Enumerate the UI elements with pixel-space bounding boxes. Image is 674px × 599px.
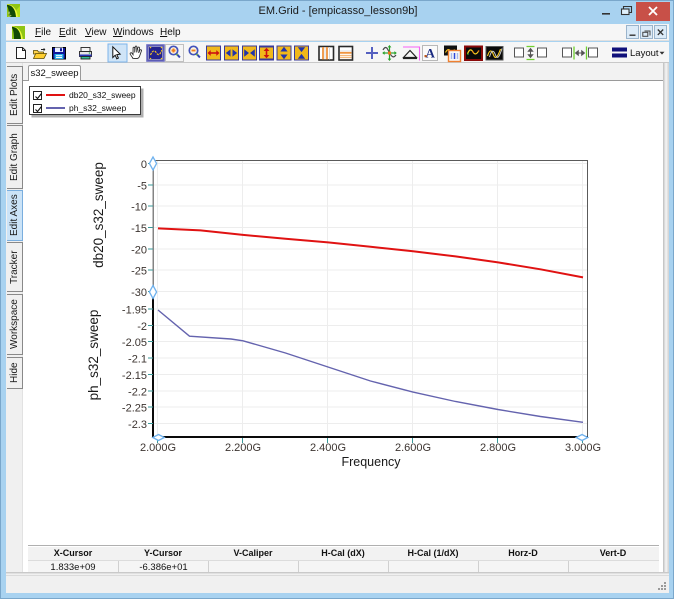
svg-text:-2.2: -2.2 — [128, 386, 147, 398]
svg-text:-2.05: -2.05 — [122, 337, 147, 349]
svg-text:2.800G: 2.800G — [480, 442, 516, 454]
svg-text:2.000G: 2.000G — [140, 442, 176, 454]
svg-text:-15: -15 — [131, 223, 147, 235]
svg-text:Frequency: Frequency — [341, 455, 401, 469]
svg-text:3.000G: 3.000G — [565, 442, 601, 454]
svg-text:-2: -2 — [137, 321, 147, 333]
svg-text:ph_s32_sweep: ph_s32_sweep — [86, 310, 101, 401]
svg-text:-1.95: -1.95 — [122, 305, 147, 317]
svg-text:db20_s32_sweep: db20_s32_sweep — [91, 162, 106, 268]
svg-text:2.600G: 2.600G — [395, 442, 431, 454]
svg-text:-2.25: -2.25 — [122, 403, 147, 415]
svg-text:-30: -30 — [131, 287, 147, 299]
svg-text:-10: -10 — [131, 202, 147, 214]
svg-text:-2.3: -2.3 — [128, 419, 147, 431]
svg-text:-2.15: -2.15 — [122, 370, 147, 382]
svg-text:A: A — [426, 46, 436, 61]
svg-text:-2.1: -2.1 — [128, 354, 147, 366]
svg-text:-25: -25 — [131, 266, 147, 278]
svg-text:2.200G: 2.200G — [225, 442, 261, 454]
svg-text:-20: -20 — [131, 244, 147, 256]
svg-text:Layout: Layout — [630, 48, 659, 59]
svg-text:2.400G: 2.400G — [310, 442, 346, 454]
svg-text:0: 0 — [141, 159, 147, 171]
svg-text:-5: -5 — [137, 180, 147, 192]
